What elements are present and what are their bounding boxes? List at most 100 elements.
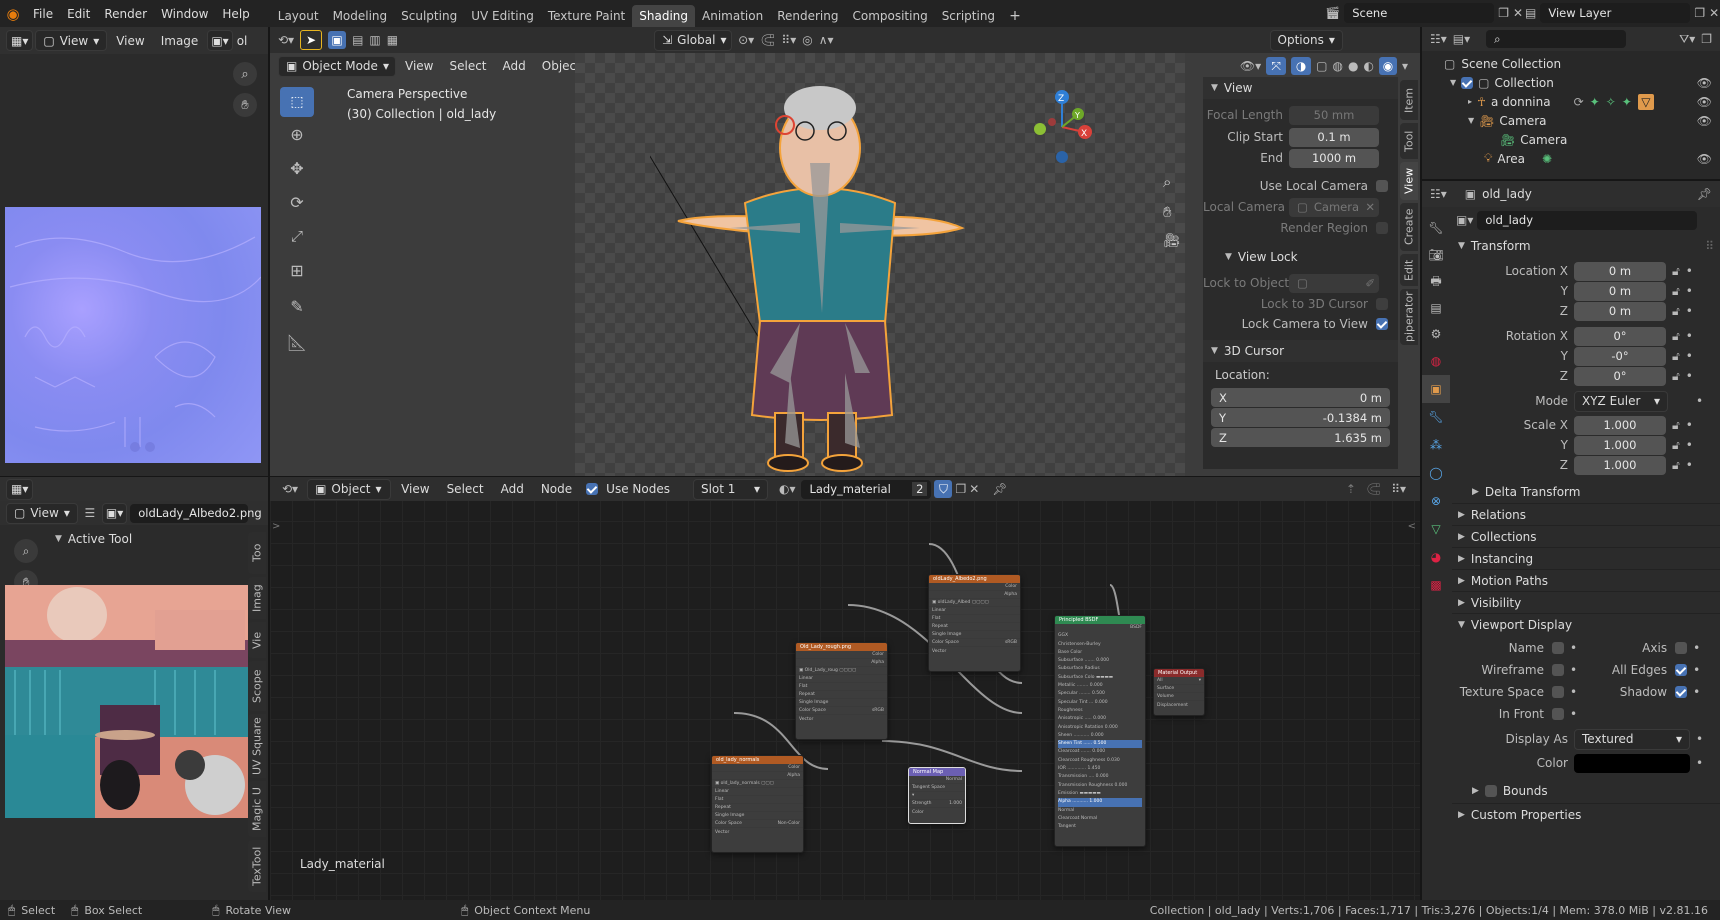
scene-field[interactable]: Scene <box>1344 3 1495 23</box>
motion-paths-header[interactable]: ▶ Motion Paths <box>1452 569 1720 591</box>
zoom-icon[interactable]: ⌕ <box>233 62 257 86</box>
n-tab-edit[interactable]: Edit <box>1400 254 1418 286</box>
tool-measure-icon[interactable]: 📐︎ <box>280 325 314 359</box>
tool-annotate-icon[interactable]: ✎ <box>280 287 314 325</box>
image-menu-view[interactable]: View <box>109 30 151 51</box>
keyframe-dot-icon[interactable]: • <box>1686 284 1693 298</box>
add-workspace-icon[interactable]: + <box>1002 5 1028 27</box>
keyframe-dot-icon[interactable]: • <box>1686 264 1693 278</box>
cursor-y-field[interactable]: Y -0.1384 m <box>1211 408 1390 427</box>
tool-rotate-icon[interactable]: ⟳ <box>280 185 314 219</box>
vd-color-swatch[interactable] <box>1574 753 1690 773</box>
visibility-eye-icon[interactable]: 👁︎ <box>1697 95 1720 109</box>
eyedropper-icon[interactable]: ✐ <box>1365 276 1379 290</box>
constraints-props-icon[interactable]: ⊗ <box>1422 487 1450 515</box>
outliner-scene-collection[interactable]: ▢ Scene Collection <box>1422 54 1720 73</box>
properties-type-icon[interactable]: ☷▾ <box>1430 187 1447 201</box>
new-collection-icon[interactable]: ❐ <box>1701 32 1720 46</box>
keyframe-dot-icon[interactable]: • <box>1693 663 1700 677</box>
node-principled-bsdf[interactable]: Principled BSDF BSDF GGX Christensen-Burle… <box>1054 615 1146 847</box>
clip-end-field[interactable]: 1000 m <box>1289 148 1379 168</box>
node-roughness-texture[interactable]: Old_Lady_rough.png Color Alpha ▣ Old_Lad… <box>795 642 888 740</box>
keyframe-dot-icon[interactable]: • <box>1686 349 1693 363</box>
uv-tab-tool[interactable]: Too <box>248 532 266 574</box>
outliner-type-icon[interactable]: ☷▾ <box>1430 32 1447 46</box>
select-mode-intersect-icon[interactable]: ▦ <box>387 33 398 47</box>
tab-animation[interactable]: Animation <box>695 5 770 27</box>
location-z-field[interactable]: 0 m <box>1574 301 1666 321</box>
tab-scripting[interactable]: Scripting <box>935 5 1002 27</box>
view-lock-header[interactable]: ▼ View Lock <box>1203 246 1398 268</box>
outliner-item-area[interactable]: 💡︎ Area ✺ 👁︎ <box>1422 149 1720 168</box>
instancing-header[interactable]: ▶ Instancing <box>1452 547 1720 569</box>
keyframe-dot-icon[interactable]: • <box>1570 663 1577 677</box>
scale-z-field[interactable]: 1.000 <box>1574 455 1666 475</box>
delta-transform-header[interactable]: ▶ Delta Transform <box>1452 481 1720 503</box>
pivot-point-icon[interactable]: ⊙▾ <box>738 33 754 47</box>
scale-y-field[interactable]: 1.000 <box>1574 435 1666 455</box>
proportional-edit-icon[interactable]: ◎ <box>802 33 812 47</box>
uv-editor-type-icon[interactable]: ▦▾ <box>6 478 34 500</box>
uv-tab-uv-squares[interactable]: UV Square <box>248 714 266 778</box>
n-tab-piperator[interactable]: piperator <box>1400 289 1418 345</box>
node-normal-texture[interactable]: old_lady_normals Color Alpha ▣ old_lady_… <box>711 755 804 853</box>
location-x-field[interactable]: 0 m <box>1574 261 1666 281</box>
scene-icon[interactable]: 🎬︎ <box>1325 6 1340 20</box>
uv-zoom-icon[interactable]: ⌕ <box>14 539 38 563</box>
cursor-panel-header[interactable]: ▼ 3D Cursor <box>1203 340 1398 362</box>
location-y-field[interactable]: 0 m <box>1574 281 1666 301</box>
view-layer-icon[interactable]: ▤ <box>1525 6 1536 20</box>
xray-icon[interactable]: ▢ <box>1316 59 1327 73</box>
object-name-field[interactable]: old_lady <box>1477 210 1698 230</box>
shading-options-icon[interactable]: ▾ <box>1402 59 1408 73</box>
custom-properties-header[interactable]: ▶ Custom Properties <box>1452 803 1720 825</box>
uv-tab-magic-uv[interactable]: Magic U <box>248 781 266 837</box>
navigation-gizmo[interactable]: Z X Y <box>1022 87 1102 167</box>
view-layer-props-icon[interactable]: ▤ <box>1422 295 1450 321</box>
n-tab-view[interactable]: View <box>1400 162 1418 200</box>
lock-icon[interactable]: 🔓︎ <box>1672 458 1680 473</box>
constraint-icon[interactable]: ⟳ <box>1574 95 1584 109</box>
shading-wireframe-icon[interactable]: ◍ <box>1333 59 1343 73</box>
camera-view-icon[interactable]: 🎥︎ <box>1163 233 1181 249</box>
vd-axis-checkbox[interactable] <box>1675 642 1688 654</box>
shading-rendered-icon[interactable]: ◉ <box>1378 57 1397 75</box>
snap-target-icon[interactable]: ⠿▾ <box>781 33 796 47</box>
tab-sculpting[interactable]: Sculpting <box>394 5 464 27</box>
vd-texture-space-checkbox[interactable] <box>1552 686 1564 698</box>
image-name-truncated[interactable]: ol <box>235 30 250 51</box>
uv-tab-image[interactable]: Imag <box>248 577 266 619</box>
uv-view-dropdown[interactable]: ▢ View ▾ <box>6 502 78 524</box>
material-props-icon[interactable]: ◕ <box>1422 543 1450 571</box>
overlay-icon[interactable]: ◑ <box>1291 57 1312 75</box>
view-panel-header[interactable]: ▼ View <box>1203 77 1398 99</box>
keyframe-dot-icon[interactable]: • <box>1686 458 1693 472</box>
tool-move-icon[interactable]: ✥ <box>280 151 314 185</box>
clip-start-field[interactable]: 0.1 m <box>1289 127 1379 147</box>
select-mode-subtract-icon[interactable]: ▥ <box>369 33 380 47</box>
keyframe-dot-icon[interactable]: • <box>1696 732 1703 746</box>
new-scene-icon[interactable]: ❐ <box>1498 6 1509 20</box>
drag-handle-icon[interactable]: ⠿ <box>1705 239 1720 253</box>
select-tool-icon[interactable]: ➤ <box>300 30 323 50</box>
keyframe-dot-icon[interactable]: • <box>1686 304 1693 318</box>
lock-icon[interactable]: 🔓︎ <box>1672 369 1680 384</box>
shading-material-icon[interactable]: ◐ <box>1363 59 1373 73</box>
focal-length-field[interactable]: 50 mm <box>1289 105 1379 125</box>
keyframe-dot-icon[interactable]: • <box>1693 641 1700 655</box>
light-data-icon[interactable]: ✺ <box>1542 152 1552 166</box>
outliner-search-input[interactable]: ⌕ <box>1486 30 1627 48</box>
node-material-output[interactable]: Material Output All ▾ Surface Volume Disp… <box>1153 668 1205 716</box>
mesh-icon[interactable]: ▽ <box>1637 93 1654 110</box>
keyframe-dot-icon[interactable]: • <box>1570 685 1577 699</box>
rotation-z-field[interactable]: 0° <box>1574 366 1666 386</box>
falloff-icon[interactable]: ∧▾ <box>819 33 834 47</box>
menu-file[interactable]: File <box>26 3 60 24</box>
hamburger-icon[interactable]: ☰ <box>81 506 99 520</box>
tool-props-icon[interactable]: 🔧︎ <box>1422 215 1450 241</box>
pin-icon[interactable]: 📌︎ <box>1697 187 1720 201</box>
tool-transform-icon[interactable]: ⊞ <box>280 253 314 287</box>
node-normal-map[interactable]: Normal Map Normal Tangent Space ▾ Streng… <box>908 767 966 824</box>
scene-props-icon[interactable]: ⚙︎ <box>1422 321 1450 347</box>
lock-icon[interactable]: 🔓︎ <box>1672 284 1680 299</box>
